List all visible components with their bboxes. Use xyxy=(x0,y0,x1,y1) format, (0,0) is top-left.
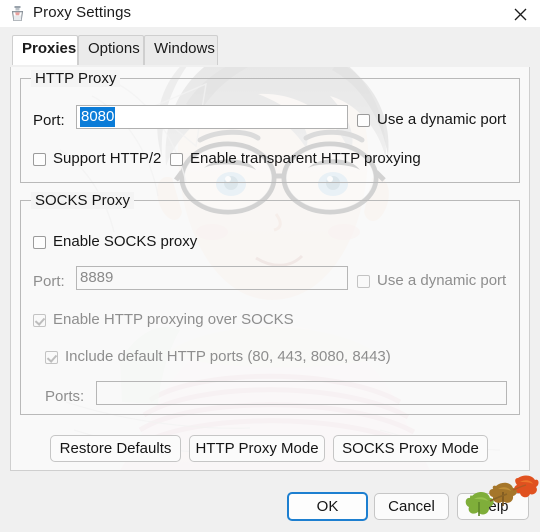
enable-socks-checkbox[interactable]: Enable SOCKS proxy xyxy=(33,234,197,250)
help-label: Help xyxy=(477,498,509,515)
checkbox-checked-icon xyxy=(33,313,46,327)
socks-ports-label: Ports: xyxy=(45,388,85,405)
http-port-value: 8080 xyxy=(80,107,116,127)
socks-dynamic-port-label: Use a dynamic port xyxy=(377,272,507,289)
cancel-button[interactable]: Cancel xyxy=(374,493,449,520)
checkbox-icon xyxy=(33,152,46,166)
socks-port-input[interactable]: 8889 xyxy=(76,266,348,290)
socks-dynamic-port-checkbox[interactable]: Use a dynamic port xyxy=(357,273,506,289)
http-proxy-group: HTTP Proxy xyxy=(20,70,520,183)
socks-proxy-mode-label: SOCKS Proxy Mode xyxy=(342,440,479,457)
support-http2-checkbox[interactable]: Support HTTP/2 xyxy=(33,151,161,167)
http-port-input[interactable]: 8080 xyxy=(76,105,348,129)
socks-proxy-mode-button[interactable]: SOCKS Proxy Mode xyxy=(333,435,488,462)
http-port-label: Port: xyxy=(33,112,65,129)
include-default-ports-label: Include default HTTP ports (80, 443, 808… xyxy=(65,348,391,365)
help-button[interactable]: Help xyxy=(457,493,529,520)
socks-port-value: 8889 xyxy=(80,269,114,286)
http-proxy-group-title: HTTP Proxy xyxy=(31,70,121,87)
socks-port-label: Port: xyxy=(33,273,65,290)
http-over-socks-checkbox[interactable]: Enable HTTP proxying over SOCKS xyxy=(33,312,294,328)
ok-label: OK xyxy=(316,498,339,515)
http-proxy-mode-button[interactable]: HTTP Proxy Mode xyxy=(189,435,325,462)
socks-ports-input[interactable] xyxy=(96,381,507,405)
http-dynamic-port-label: Use a dynamic port xyxy=(377,111,507,128)
ok-button[interactable]: OK xyxy=(287,492,368,521)
include-default-ports-checkbox[interactable]: Include default HTTP ports (80, 443, 808… xyxy=(45,349,391,365)
checkbox-icon xyxy=(357,274,370,288)
socks-proxy-group-title: SOCKS Proxy xyxy=(31,192,135,209)
http-dynamic-port-checkbox[interactable]: Use a dynamic port xyxy=(357,112,506,128)
restore-defaults-label: Restore Defaults xyxy=(59,440,172,457)
proxy-settings-dialog: Proxy Settings Proxies Options Windows H… xyxy=(0,0,540,532)
transparent-proxying-label: Enable transparent HTTP proxying xyxy=(190,150,421,167)
http-over-socks-label: Enable HTTP proxying over SOCKS xyxy=(53,311,294,328)
support-http2-label: Support HTTP/2 xyxy=(53,150,162,167)
checkbox-icon xyxy=(170,152,183,166)
checkbox-icon xyxy=(357,113,370,127)
restore-defaults-button[interactable]: Restore Defaults xyxy=(50,435,181,462)
checkbox-icon xyxy=(33,235,46,249)
cancel-label: Cancel xyxy=(388,498,435,515)
checkbox-checked-icon xyxy=(45,350,58,364)
transparent-proxying-checkbox[interactable]: Enable transparent HTTP proxying xyxy=(170,151,421,167)
enable-socks-label: Enable SOCKS proxy xyxy=(53,233,198,250)
http-proxy-mode-label: HTTP Proxy Mode xyxy=(195,440,319,457)
